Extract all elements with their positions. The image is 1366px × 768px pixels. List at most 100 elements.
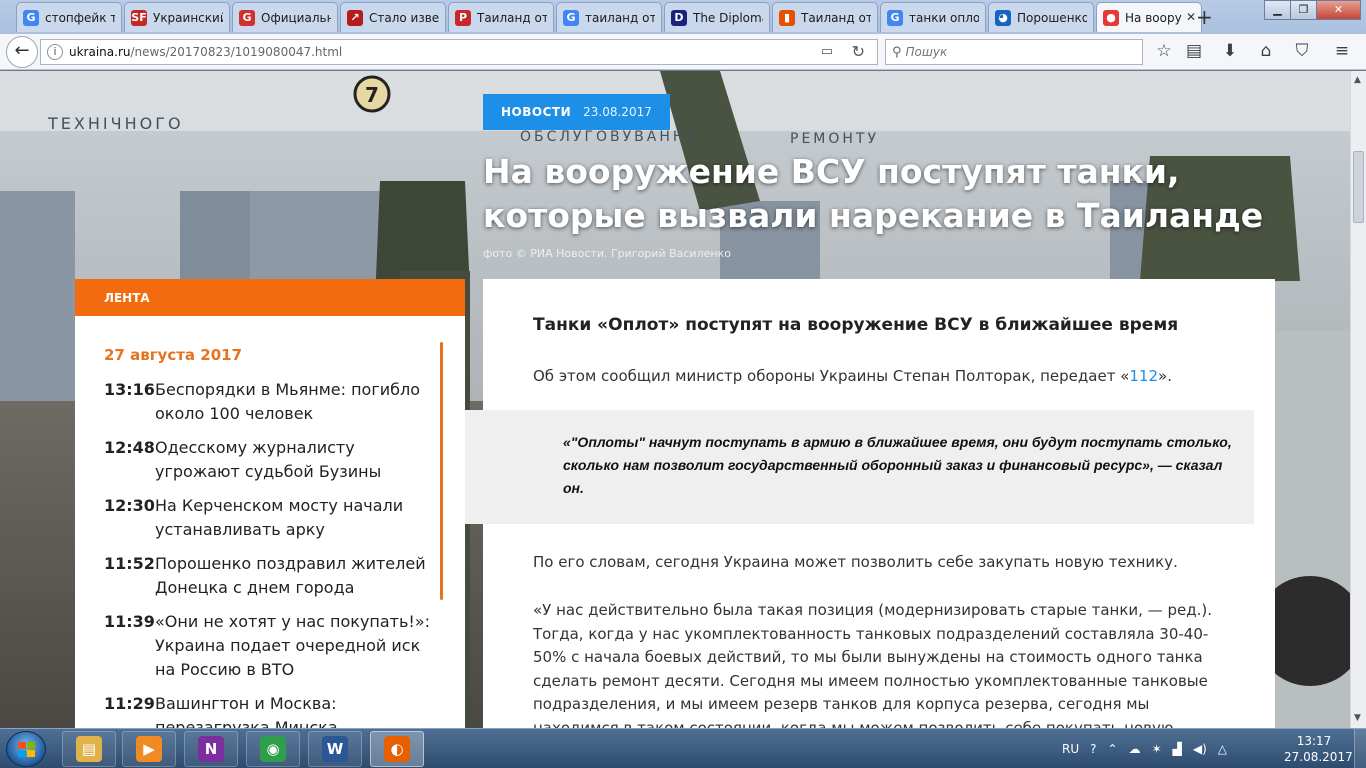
tab-10[interactable]: ◕ Порошенко (988, 2, 1094, 32)
paragraph-2: По его словам, сегодня Украина может поз… (533, 553, 1178, 571)
drive-icon[interactable]: △ (1218, 742, 1227, 756)
language-indicator[interactable]: RU (1062, 742, 1079, 756)
url-host: ukraina.ru (69, 45, 131, 59)
close-window-button[interactable]: ✕ (1316, 0, 1361, 20)
article-date: 23.08.2017 (583, 105, 652, 119)
start-button[interactable] (6, 731, 46, 767)
search-input[interactable] (905, 45, 1126, 59)
tab-8[interactable]: ▮ Таиланд отк (772, 2, 878, 32)
feed-item-title: Порошенко поздравил жителей Донецка с дн… (155, 554, 426, 597)
quote-block: «"Оплоты" начнут поступать в армию в бли… (465, 410, 1254, 524)
feed-scrollbar[interactable] (440, 342, 443, 600)
headline-line-1: На вооружение ВСУ поступят танки, (483, 152, 1180, 191)
tab-6[interactable]: Gтаиланд отк (556, 2, 662, 32)
feed-item[interactable]: 11:52 Порошенко поздравил жителей Донецка… (104, 552, 434, 600)
feed-item[interactable]: 12:48 Одесскому журналисту угрожают судьб… (104, 436, 434, 484)
avast-icon[interactable]: ✶ (1152, 742, 1162, 756)
word-icon: W (322, 736, 348, 762)
minimize-button[interactable]: ▁ (1264, 0, 1291, 20)
feed-item-time: 11:52 (104, 554, 155, 573)
sf-icon: SF (131, 9, 147, 26)
tab-title: Официальн (261, 10, 331, 25)
feed-header: ЛЕНТА (75, 279, 465, 316)
downloads-icon[interactable]: ⬇ (1218, 41, 1242, 61)
reader-view-icon[interactable]: ▭ (821, 44, 833, 59)
tab-4[interactable]: ↗ Стало извес (340, 2, 446, 32)
feed-date: 27 августа 2017 (104, 346, 243, 364)
building-sign-number: 7 (365, 83, 379, 107)
photo-credit: фото © РИА Новости. Григорий Василенко (483, 247, 731, 260)
reload-icon[interactable]: ↻ (852, 42, 865, 61)
tab-7[interactable]: D The Diploma (664, 2, 770, 32)
paragraph-1: Об этом сообщил министр обороны Украины … (533, 365, 1233, 389)
close-tab-icon[interactable]: ✕ (1186, 10, 1196, 24)
tab-5[interactable]: P Таиланд отк (448, 2, 554, 32)
tab-9[interactable]: Gтанки оплот (880, 2, 986, 32)
building-sign-word2: ОБСЛУГОВУВАННЯ (520, 129, 699, 145)
network-icon[interactable]: ▟ (1173, 742, 1182, 756)
diplomat-icon: D (671, 9, 687, 26)
search-bar[interactable]: ⚲ (885, 39, 1143, 65)
help-icon[interactable]: ? (1090, 742, 1096, 756)
tab-title: Таиланд отк (801, 10, 871, 25)
media-player-icon: ▶ (136, 736, 162, 762)
new-tab-button[interactable]: + (1196, 5, 1213, 29)
google-icon: G (563, 9, 579, 26)
feed-item-time: 11:39 (104, 612, 155, 631)
scroll-up-icon[interactable]: ▲ (1354, 75, 1361, 85)
feed-item-title: Вашингтон и Москва: перезагрузка Минска (155, 694, 338, 728)
globe-icon: ◕ (995, 9, 1011, 26)
tab-11[interactable]: ● На воору ✕ (1096, 2, 1202, 32)
tab-title: танки оплот (909, 10, 979, 25)
ukraina-icon: ● (1103, 9, 1119, 26)
taskbar-firefox-button[interactable]: ◐ (370, 731, 424, 767)
tab-2[interactable]: SF Украинский (124, 2, 230, 32)
feed-item[interactable]: 12:30 На Керченском мосту начали устанавл… (104, 494, 434, 542)
scrollbar-thumb[interactable] (1353, 151, 1364, 223)
feed-item[interactable]: 11:29 Вашингтон и Москва: перезагрузка Ми… (104, 692, 434, 728)
address-bar[interactable]: i ukraina.ru/news/20170823/1019080047.ht… (40, 39, 878, 65)
article-subtitle: Танки «Оплот» поступят на вооружение ВСУ… (533, 315, 1179, 335)
category-label: НОВОСТИ (501, 105, 572, 119)
system-tray: RU ? ⌃ ☁ ✶ ▟ ◀) △ (1062, 729, 1238, 768)
scroll-down-icon[interactable]: ▼ (1354, 713, 1361, 723)
google-icon: G (23, 9, 39, 26)
feed-item-title: Беспорядки в Мьянме: погибло около 100 ч… (155, 380, 421, 423)
feed-item-time: 11:29 (104, 694, 155, 713)
category-badge[interactable]: НОВОСТИ 23.08.2017 (483, 94, 670, 130)
cloud-icon[interactable]: ☁ (1129, 742, 1141, 756)
folder-icon: ▤ (76, 736, 102, 762)
tab-title: стопфейк та (45, 10, 115, 25)
volume-icon[interactable]: ◀) (1193, 742, 1207, 756)
maximize-button[interactable]: ❐ (1290, 0, 1317, 20)
feed-item[interactable]: 11:39 «Они не хотят у нас покупать!»: Укр… (104, 610, 434, 682)
page-scrollbar[interactable]: ▲ ▼ (1350, 71, 1366, 728)
tab-title: таиланд отк (585, 10, 655, 25)
paragraph-1-end: ». (1158, 367, 1172, 385)
taskbar-chrome-button[interactable]: ◉ (246, 731, 300, 767)
paragraph-3: «У нас действительно была такая позиция … (533, 601, 1212, 728)
feed-item[interactable]: 13:16 Беспорядки в Мьянме: погибло около … (104, 378, 434, 426)
tab-1[interactable]: Gстопфейк та (16, 2, 122, 32)
source-link[interactable]: 112 (1129, 367, 1158, 385)
taskbar-onenote-button[interactable]: N (184, 731, 238, 767)
web-page: 7 ТЕХНІЧНОГО ОБСЛУГОВУВАННЯ РЕМОНТУ НОВО… (0, 71, 1350, 728)
g-red-icon: G (239, 9, 255, 26)
taskbar-word-button[interactable]: W (308, 731, 362, 767)
clock-time: 13:17 (1296, 734, 1332, 748)
site-info-icon[interactable]: i (47, 44, 63, 60)
taskbar-media-player-button[interactable]: ▶ (122, 731, 176, 767)
home-icon[interactable]: ⌂ (1254, 41, 1278, 61)
bookmark-star-icon[interactable]: ☆ (1152, 41, 1176, 61)
taskbar-explorer-button[interactable]: ▤ (62, 731, 116, 767)
feed-item-time: 12:48 (104, 438, 155, 457)
show-desktop-button[interactable] (1354, 729, 1366, 768)
bookmarks-list-icon[interactable]: ▤ (1182, 41, 1206, 61)
pocket-icon[interactable]: ⛉ (1290, 41, 1314, 61)
tab-3[interactable]: G Официальн (232, 2, 338, 32)
feed-item-title: «Они не хотят у нас покупать!»: Украина … (155, 612, 431, 679)
back-button[interactable]: ← (6, 36, 38, 68)
show-hidden-icons-icon[interactable]: ⌃ (1108, 742, 1118, 756)
menu-icon[interactable]: ≡ (1330, 41, 1354, 61)
system-clock[interactable]: 13:17 27.08.2017 (1284, 733, 1353, 765)
